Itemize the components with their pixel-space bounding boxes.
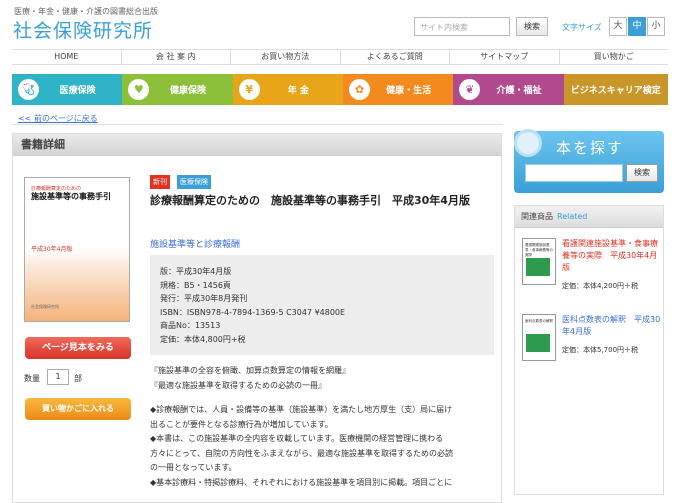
nav-sitemap[interactable]: サイトマップ [450, 50, 560, 64]
related-title-en: Related [557, 212, 588, 221]
nav-faq[interactable]: よくあるご質問 [341, 50, 450, 64]
related-thumbnail[interactable]: 医科点数表の解釈 [522, 314, 556, 361]
thumbnail-title: 医科点数表の解釈 [525, 319, 553, 323]
flower-icon: ✿ [348, 79, 370, 100]
category-care-welfare[interactable]: ❦ 介護・福祉 [453, 74, 564, 105]
stethoscope-icon: 🩺 [18, 79, 39, 100]
description-line: 方々にとって、自院の方向性をふまえながら、最適な施設基準を取得するための必読 [150, 448, 453, 458]
back-link[interactable]: << 前のページに戻る [18, 113, 98, 124]
related-thumbnail[interactable]: 看護関連施設基準・食事療養等の実際 [522, 238, 556, 285]
nav-company[interactable]: 会 社 案 内 [122, 50, 231, 64]
font-size-medium-button[interactable]: 中 [628, 17, 646, 36]
related-title-link[interactable]: 看護関連施設基準・食事療養等の実際 平成30年4月版 [562, 238, 662, 274]
book-search-input[interactable] [525, 164, 623, 182]
magnifier-icon [514, 129, 542, 157]
book-title: 診療報酬算定のための 施設基準等の事務手引 平成30年4月版 [150, 194, 470, 207]
related-price: 定価：本体5,700円＋税 [562, 346, 639, 354]
info-spec: 規格：B5・1456頁 [160, 280, 231, 290]
category-nav: 🩺 医療保険 ♥ 健康保険 ¥ 年 金 ✿ 健康・生活 ❦ 介護・福祉 ビジネス… [12, 74, 668, 105]
category-business-career[interactable]: ビジネスキャリア検定 [563, 74, 668, 105]
heart-icon: ♥ [128, 79, 150, 100]
category-health-life[interactable]: ✿ 健康・生活 [342, 74, 454, 105]
info-price: 定価：本体4,800円+税 [160, 334, 246, 344]
font-size-small-button[interactable]: 小 [647, 17, 665, 36]
book-search-panel: 本を探す 検索 [514, 129, 664, 193]
page-sample-button[interactable]: ページ見本をみる [25, 337, 131, 359]
book-search-title: 本を探す [556, 139, 625, 157]
category-health-insurance[interactable]: ♥ 健康保険 [122, 74, 233, 105]
book-subtitle: 施設基準等と診療報酬 [150, 240, 241, 250]
description-line: ◆基本診療料・特掲診療料、それぞれにおける施設基準を項目別に掲載。項目ごとに [150, 477, 453, 487]
info-product-no: 商品No：13513 [160, 321, 221, 330]
nav-cart[interactable]: 買い物かご [560, 50, 669, 64]
book-info-box: 版：平成30年4月版 規格：B5・1456頁 発行：平成30年8月発刊 ISBN… [150, 255, 494, 355]
description-line: 『最適な施設基準を取得するための必読の一冊』 [150, 380, 326, 390]
book-detail-panel: 書籍詳細 診療報酬算定のための 施設基準等の事務手引 平成30年4月版 社会保険… [12, 133, 502, 503]
category-label: 健康・生活 [386, 86, 432, 96]
category-label: 健康保険 [169, 86, 206, 96]
font-size-large-button[interactable]: 大 [609, 17, 627, 36]
category-badge[interactable]: 医療保険 [177, 175, 211, 189]
divider [12, 124, 502, 125]
description-line: 『施設基準の全容を俯瞰、加算点数算定の情報を網羅』 [150, 366, 350, 375]
related-title: 関連商品 [521, 212, 553, 221]
info-issue: 発行：平成30年8月発刊 [160, 294, 248, 303]
new-badge: 新刊 [150, 175, 170, 189]
site-header: 医療・年金・健康・介護の図書総合出版 社会保険研究所 サイト内検索 検索 文字サ… [0, 0, 680, 44]
related-price: 定価：本体4,200円＋税 [562, 282, 639, 290]
category-label: 介護・福祉 [496, 86, 542, 96]
site-logo[interactable]: 社会保険研究所 [13, 16, 153, 43]
quantity-unit: 部 [74, 374, 82, 383]
thumbnail-title: 看護関連施設基準・食事療養等の実際 [525, 243, 553, 257]
nav-shopping-guide[interactable]: お買い物方法 [231, 50, 341, 64]
description-line: の一冊となっています。 [150, 463, 237, 472]
description-line: 出ることが要件となる診療行為が増加しています。 [150, 419, 333, 429]
global-nav: HOME 会 社 案 内 お買い物方法 よくあるご質問 サイトマップ 買い物かご [12, 49, 668, 65]
category-medical-insurance[interactable]: 🩺 医療保険 [12, 74, 123, 105]
nav-home[interactable]: HOME [12, 50, 122, 64]
related-title-link[interactable]: 医科点数表の解釈 平成30年4月版 [562, 314, 662, 338]
cover-title: 施設基準等の事務手引 [31, 192, 111, 201]
cover-year: 平成30年4月版 [31, 246, 73, 253]
yen-icon: ¥ [238, 79, 260, 100]
site-search-input[interactable]: サイト内検索 [414, 17, 510, 36]
book-cover-image: 診療報酬算定のための 施設基準等の事務手引 平成30年4月版 社会保険研究所 [24, 177, 130, 322]
book-description: 『施設基準の全容を俯瞰、加算点数算定の情報を網羅』 『最適な施設基準を取得するた… [150, 364, 494, 490]
quantity-input[interactable]: 1 [47, 369, 69, 385]
thumbnail-band [526, 334, 550, 352]
related-products-panel: 関連商品 Related 看護関連施設基準・食事療養等の実際 看護関連施設基準・食… [514, 205, 664, 495]
description-line: ◆本書は、この施設基準の全内容を収載しています。医療機関の経営管理に携わる [150, 434, 444, 443]
related-header: 関連商品 Related [515, 206, 663, 228]
info-isbn: ISBN：ISBN978-4-7894-1369-5 C3047 ¥4800E [160, 307, 346, 317]
cover-publisher: 社会保険研究所 [31, 304, 59, 309]
description-gap [150, 393, 494, 403]
font-size-label: 文字サイズ [562, 23, 602, 32]
care-icon: ❦ [459, 79, 481, 100]
info-edition: 版：平成30年4月版 [160, 267, 232, 276]
site-search-button[interactable]: 検索 [516, 17, 548, 36]
category-label: 医療保険 [59, 86, 96, 96]
description-line: ◆診療報酬では、人員・設備等の基準（施設基準）を満たし地方厚生（支）局に届け [150, 405, 453, 414]
category-pension[interactable]: ¥ 年 金 [232, 74, 343, 105]
book-search-button[interactable]: 検索 [626, 164, 658, 182]
add-to-cart-button[interactable]: 買い物かごに入れる [25, 398, 131, 420]
thumbnail-band [526, 258, 550, 276]
category-label: ビジネスキャリア検定 [570, 86, 661, 96]
category-label: 年 金 [287, 86, 309, 96]
section-title: 書籍詳細 [13, 134, 501, 156]
quantity-label: 数量 [24, 374, 40, 383]
